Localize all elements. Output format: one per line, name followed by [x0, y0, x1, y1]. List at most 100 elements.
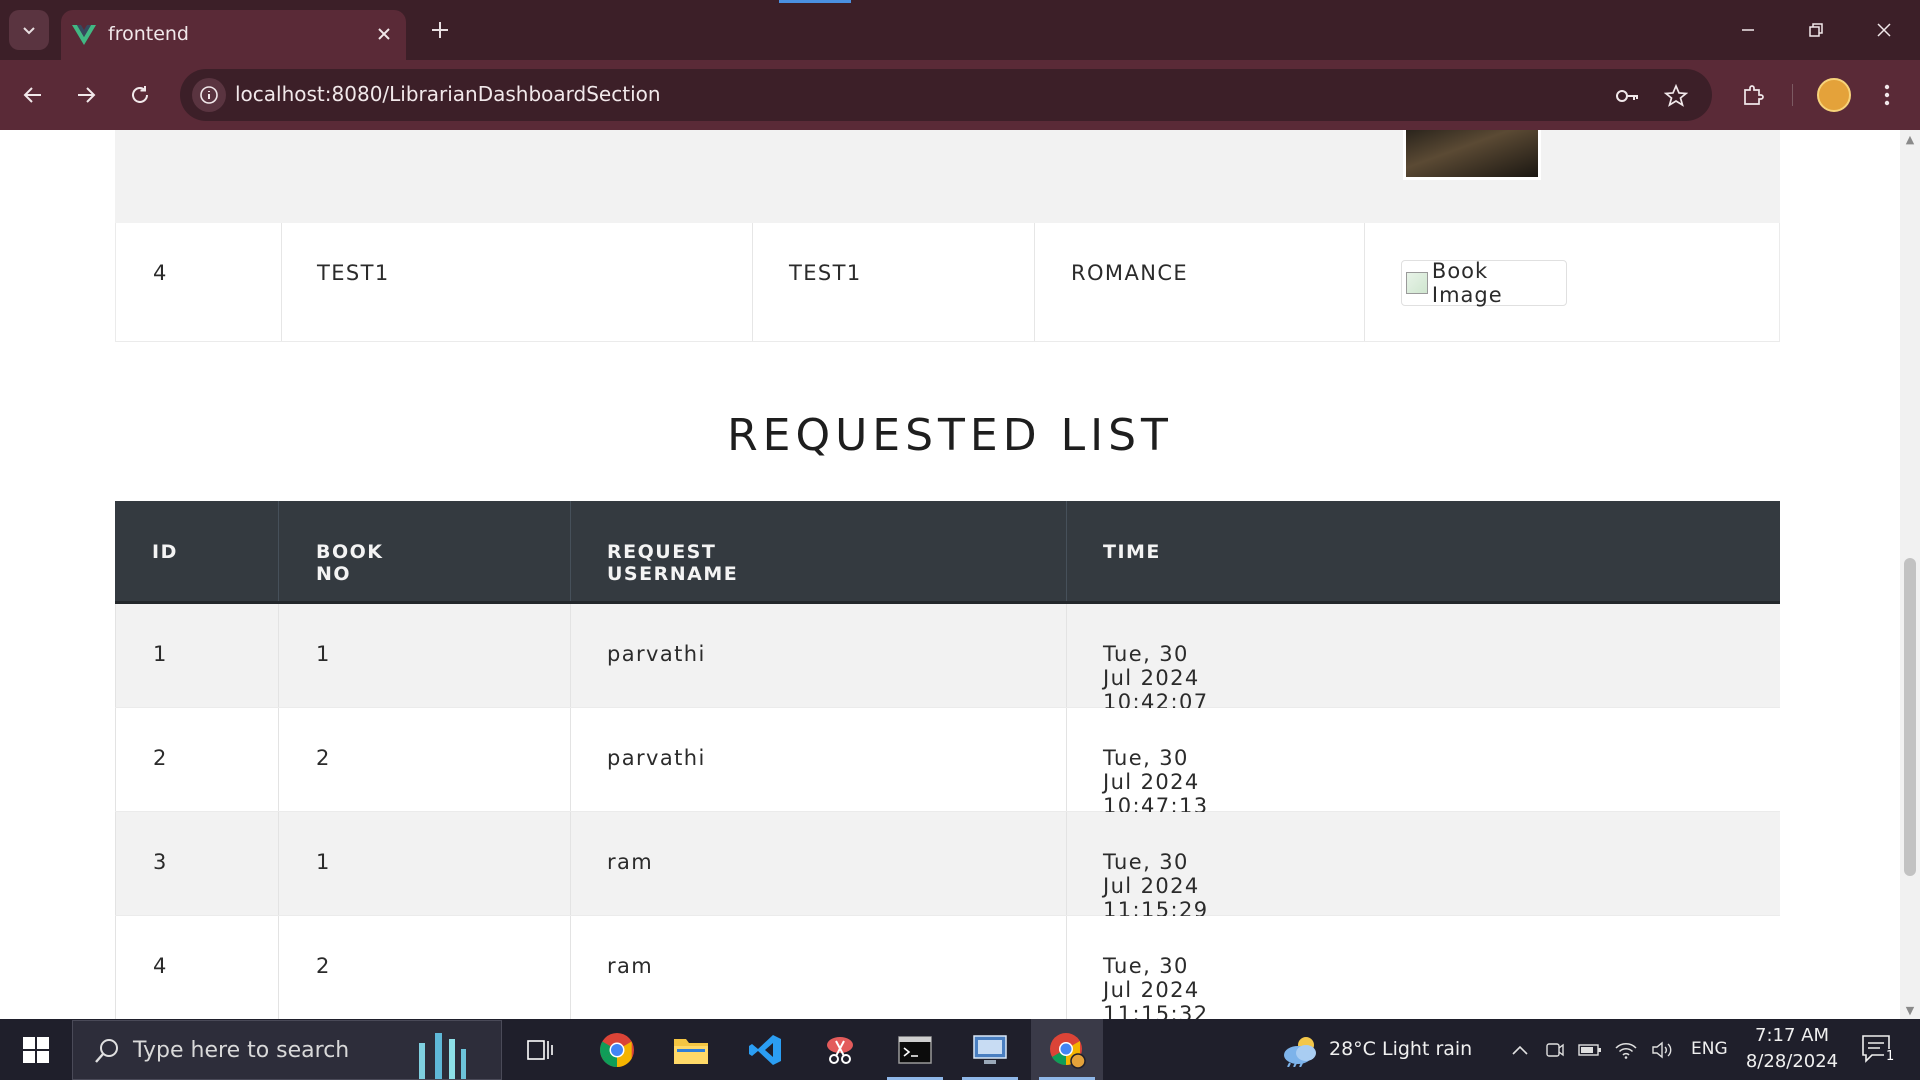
scissors-icon [827, 1036, 853, 1064]
row-id-cell: 3 [115, 812, 166, 915]
remote-desktop-app-button[interactable] [954, 1019, 1026, 1080]
browser-menu-button[interactable] [1868, 76, 1906, 114]
page-viewport: 4 TEST1 TEST1 ROMANCE Book Image REQUEST… [0, 130, 1900, 1019]
password-key-button[interactable] [1612, 81, 1642, 111]
scroll-up-arrow-icon[interactable]: ▲ [1900, 130, 1920, 148]
header-username-cell: REQUEST USERNAME [570, 501, 737, 601]
books-table-row: 4 TEST1 TEST1 ROMANCE Book Image [115, 223, 1780, 342]
row-username-cell: parvathi [570, 604, 704, 707]
start-button[interactable] [12, 1033, 60, 1067]
notification-center-button[interactable]: 1 [1860, 1033, 1900, 1067]
row-book-no-cell: 1 [278, 812, 329, 915]
meet-now-icon[interactable] [1543, 1039, 1567, 1061]
row-username-cell: ram [570, 916, 652, 1019]
row-username-cell: parvathi [570, 708, 704, 811]
star-icon [1664, 84, 1688, 107]
search-placeholder: Type here to search [133, 1038, 350, 1063]
book-title-cell: TEST1 [281, 223, 388, 341]
row-book-no-cell: 1 [278, 604, 329, 707]
windows-logo-icon [23, 1037, 49, 1063]
book-image-broken: Book Image [1401, 259, 1567, 307]
scrollbar-thumb[interactable] [1904, 558, 1916, 876]
broken-image-icon [1406, 272, 1428, 294]
books-table-row-partial [115, 130, 1780, 223]
remote-desktop-icon [973, 1034, 1007, 1064]
close-icon [1877, 23, 1891, 37]
arrow-left-icon [23, 87, 41, 103]
row-time: Tue, 30 Jul 2024 11:15:32 GMT [1103, 954, 1209, 1019]
tab-search-button[interactable] [9, 10, 49, 50]
book-image-alt: Book Image [1431, 259, 1503, 307]
book-genre-cell: ROMANCE [1034, 223, 1187, 341]
scroll-down-arrow-icon[interactable]: ▼ [1900, 1001, 1920, 1019]
bookmark-button[interactable] [1661, 81, 1691, 111]
terminal-app-button[interactable] [879, 1019, 951, 1080]
address-bar[interactable]: localhost:8080/LibrarianDashboardSection [180, 69, 1712, 121]
page-scrollbar[interactable]: ▲ ▼ [1900, 130, 1920, 1019]
terminal-icon [898, 1035, 932, 1064]
row-time-cell: Tue, 30 Jul 2024 11:15:29 GMT [1066, 812, 1207, 946]
restore-icon [1809, 23, 1823, 37]
vscode-icon [749, 1034, 781, 1065]
browser-tab-bar: frontend [0, 0, 1920, 60]
back-button[interactable] [14, 76, 52, 114]
chevron-up-icon[interactable] [1508, 1039, 1532, 1061]
header-id: ID [152, 541, 178, 563]
table-row: 4 2 ram Tue, 30 Jul 2024 11:15:32 GMT [115, 916, 1780, 1019]
vue-logo-icon [72, 25, 96, 45]
site-info-button[interactable] [192, 78, 226, 112]
header-time-cell: TIME [1066, 501, 1159, 601]
notification-count: 1 [1884, 1049, 1897, 1064]
row-id: 1 [153, 642, 168, 666]
row-book-no: 2 [316, 746, 331, 770]
weather-text[interactable]: 28°C Light rain [1329, 1038, 1472, 1060]
reload-icon [132, 86, 148, 103]
close-icon [378, 28, 390, 40]
minimize-icon [1742, 29, 1754, 31]
url-text: localhost:8080/LibrarianDashboardSection [235, 82, 661, 106]
task-view-button[interactable] [504, 1019, 576, 1080]
close-window-button[interactable] [1850, 0, 1918, 60]
forward-button[interactable] [67, 76, 105, 114]
row-username: ram [607, 954, 654, 978]
volume-icon[interactable] [1650, 1039, 1674, 1061]
close-tab-button[interactable] [369, 19, 399, 49]
row-id: 3 [153, 850, 168, 874]
task-view-icon [527, 1039, 553, 1060]
restore-button[interactable] [1782, 0, 1850, 60]
row-time-cell: Tue, 30 Jul 2024 11:15:32 GMT [1066, 916, 1207, 1019]
wifi-icon[interactable] [1614, 1039, 1638, 1061]
reload-button[interactable] [121, 76, 159, 114]
arrow-right-icon [78, 87, 96, 103]
snipping-tool-app-button[interactable] [804, 1019, 876, 1080]
row-username: parvathi [607, 642, 706, 666]
new-tab-button[interactable] [422, 12, 458, 48]
extensions-button[interactable] [1734, 76, 1772, 114]
more-vertical-icon [1884, 84, 1890, 106]
book-id: 4 [153, 261, 168, 285]
book-author-cell: TEST1 [752, 223, 860, 341]
row-username-cell: ram [570, 812, 652, 915]
row-username: parvathi [607, 746, 706, 770]
row-time-cell: Tue, 30 Jul 2024 10:47:13 GMT [1066, 708, 1207, 842]
book-title: TEST1 [317, 261, 390, 285]
language-indicator[interactable]: ENG [1691, 1039, 1728, 1059]
book-cover-image [1403, 130, 1541, 180]
chrome-active-app-button[interactable] [1031, 1019, 1103, 1080]
browser-tab[interactable]: frontend [61, 10, 406, 60]
clock-date[interactable]: 8/28/2024 [1737, 1051, 1847, 1072]
minimize-button[interactable] [1714, 0, 1782, 60]
browser-toolbar: localhost:8080/LibrarianDashboardSection [0, 60, 1920, 130]
profile-avatar[interactable] [1817, 78, 1851, 112]
table-row: 1 1 parvathi Tue, 30 Jul 2024 10:42:07 G… [115, 604, 1780, 738]
chrome-app-button[interactable] [581, 1019, 653, 1080]
vscode-app-button[interactable] [729, 1019, 801, 1080]
requested-list-title: REQUESTED LIST [727, 410, 1173, 461]
row-id: 2 [153, 746, 168, 770]
row-book-no-cell: 2 [278, 708, 329, 811]
file-explorer-app-button[interactable] [655, 1019, 727, 1080]
battery-icon[interactable] [1578, 1039, 1602, 1061]
clock-time[interactable]: 7:17 AM [1747, 1025, 1837, 1046]
taskbar-search-box[interactable]: Type here to search [72, 1020, 502, 1080]
key-icon [1616, 90, 1638, 102]
